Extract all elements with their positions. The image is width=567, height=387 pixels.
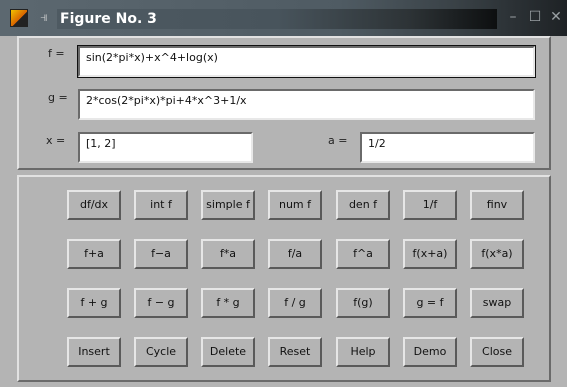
f-label: f = [48, 47, 65, 60]
f-scale-a-button[interactable]: f(x*a) [470, 239, 524, 269]
compose-button[interactable]: f(g) [336, 288, 390, 318]
denominator-button[interactable]: den f [336, 190, 390, 220]
insert-button[interactable]: Insert [67, 337, 121, 367]
close-button[interactable]: Close [470, 337, 524, 367]
f-pow-a-button[interactable]: f^a [336, 239, 390, 269]
f-plus-g-button[interactable]: f + g [67, 288, 121, 318]
swap-button[interactable]: swap [470, 288, 524, 318]
f-times-a-button[interactable]: f*a [201, 239, 255, 269]
derivative-button[interactable]: df/dx [67, 190, 121, 220]
pin-icon[interactable]: ⫣ [34, 9, 54, 27]
minimize-icon[interactable]: – [505, 9, 521, 25]
help-button[interactable]: Help [336, 337, 390, 367]
reset-button[interactable]: Reset [268, 337, 322, 367]
f-shift-a-button[interactable]: f(x+a) [403, 239, 457, 269]
a-label: a = [328, 134, 348, 147]
integral-button[interactable]: int f [134, 190, 188, 220]
a-input[interactable]: 1/2 [360, 132, 535, 163]
f-div-a-button[interactable]: f/a [268, 239, 322, 269]
close-icon[interactable]: ✕ [548, 9, 564, 25]
g-equals-f-button[interactable]: g = f [403, 288, 457, 318]
simplify-button[interactable]: simple f [201, 190, 255, 220]
reciprocal-button[interactable]: 1/f [403, 190, 457, 220]
inverse-button[interactable]: finv [470, 190, 524, 220]
x-label: x = [46, 134, 66, 147]
f-minus-a-button[interactable]: f−a [134, 239, 188, 269]
numerator-button[interactable]: num f [268, 190, 322, 220]
f-minus-g-button[interactable]: f − g [134, 288, 188, 318]
window-title: Figure No. 3 [60, 11, 157, 27]
g-input[interactable]: 2*cos(2*pi*x)*pi+4*x^3+1/x [78, 89, 535, 120]
matlab-icon[interactable] [10, 9, 28, 27]
f-input[interactable]: sin(2*pi*x)+x^4+log(x) [77, 45, 536, 78]
f-times-g-button[interactable]: f * g [201, 288, 255, 318]
f-div-g-button[interactable]: f / g [268, 288, 322, 318]
figure-window: ⫣ Figure No. 3 – ☐ ✕ f = sin(2*pi*x)+x^4… [0, 0, 567, 387]
demo-button[interactable]: Demo [403, 337, 457, 367]
title-bar[interactable]: ⫣ Figure No. 3 – ☐ ✕ [0, 0, 567, 36]
maximize-icon[interactable]: ☐ [527, 9, 543, 25]
g-label: g = [48, 91, 68, 104]
x-input[interactable]: [1, 2] [78, 132, 253, 163]
delete-button[interactable]: Delete [201, 337, 255, 367]
f-plus-a-button[interactable]: f+a [67, 239, 121, 269]
cycle-button[interactable]: Cycle [134, 337, 188, 367]
